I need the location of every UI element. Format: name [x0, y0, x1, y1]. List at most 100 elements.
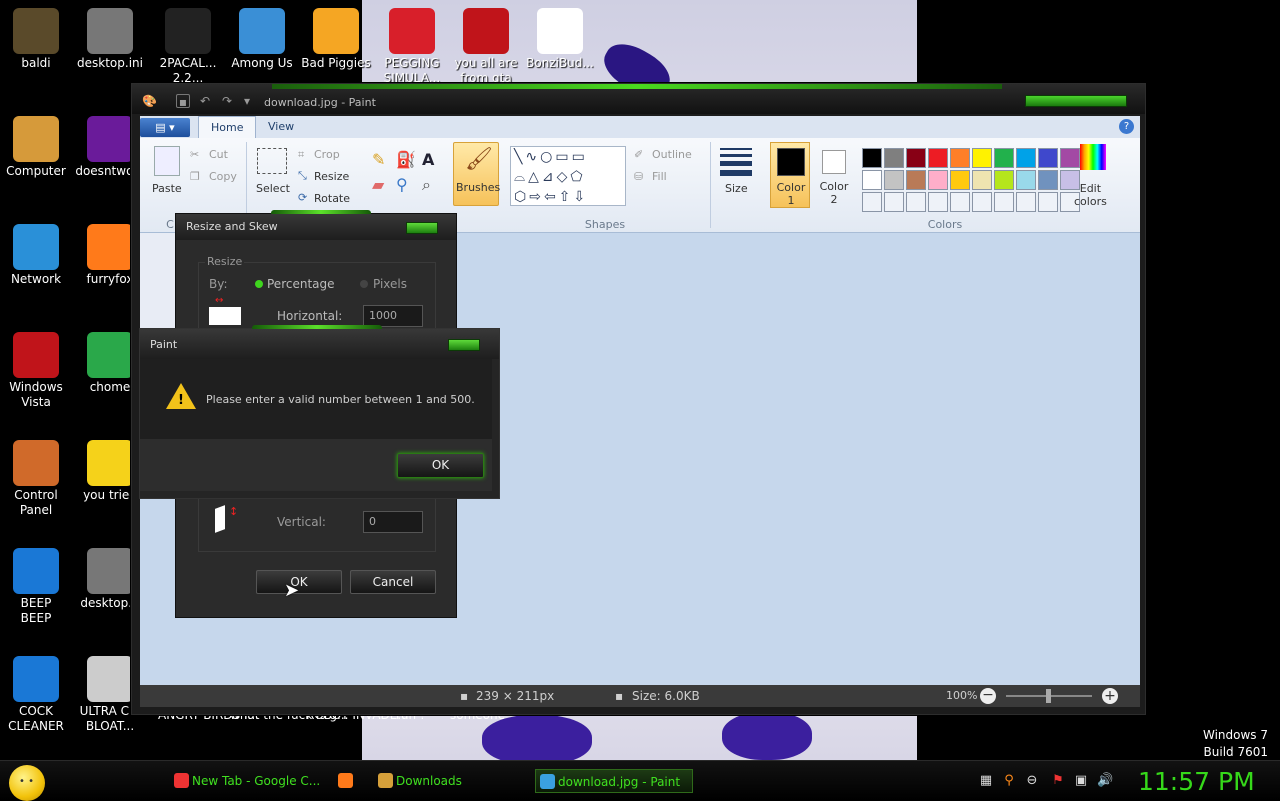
- color1-button[interactable]: Color 1: [770, 142, 810, 208]
- palette-swatch[interactable]: [862, 170, 882, 190]
- text-tool-icon[interactable]: A: [422, 150, 434, 169]
- resize-button[interactable]: Resize: [314, 170, 349, 183]
- tray-minus-icon[interactable]: ⊖: [1024, 773, 1040, 789]
- palette-swatch[interactable]: [972, 170, 992, 190]
- cut-button[interactable]: Cut: [209, 148, 228, 161]
- select-icon[interactable]: [257, 148, 287, 174]
- file-menu-button[interactable]: ▤ ▾: [140, 118, 190, 137]
- pencil-icon[interactable]: ✎: [372, 150, 385, 169]
- paint-app-icon[interactable]: 🎨: [142, 94, 157, 108]
- palette-swatch[interactable]: [1038, 170, 1058, 190]
- action-center-icon[interactable]: ⚑: [1050, 773, 1066, 789]
- custom-color-slot[interactable]: [950, 192, 970, 212]
- palette-swatch[interactable]: [928, 148, 948, 168]
- redo-icon[interactable]: ↷: [220, 94, 234, 108]
- desktop-icon[interactable]: Among Us: [224, 2, 300, 71]
- horizontal-input[interactable]: 1000: [363, 305, 423, 327]
- palette-swatch[interactable]: [950, 148, 970, 168]
- zoom-in-icon[interactable]: +: [1102, 688, 1118, 704]
- palette-swatch[interactable]: [906, 148, 926, 168]
- desktop-icon[interactable]: baldi: [0, 2, 74, 71]
- tab-view[interactable]: View: [256, 116, 306, 138]
- desktop-icon[interactable]: COCK CLEANER: [0, 650, 74, 734]
- desktop-icon[interactable]: Control Panel: [0, 434, 74, 518]
- palette-swatch[interactable]: [994, 148, 1014, 168]
- fill-dropdown[interactable]: Fill: [652, 170, 667, 183]
- custom-color-slot[interactable]: [928, 192, 948, 212]
- size-icon[interactable]: [720, 148, 752, 176]
- custom-color-slot[interactable]: [1038, 192, 1058, 212]
- desktop-icon[interactable]: Windows Vista: [0, 326, 74, 410]
- palette-swatch[interactable]: [928, 170, 948, 190]
- save-icon[interactable]: ▪: [176, 94, 190, 109]
- palette-swatch[interactable]: [1060, 148, 1080, 168]
- custom-color-slot[interactable]: [1016, 192, 1036, 212]
- custom-color-slot[interactable]: [972, 192, 992, 212]
- help-icon[interactable]: ?: [1119, 119, 1134, 134]
- custom-color-slot[interactable]: [862, 192, 882, 212]
- palette-swatch[interactable]: [906, 170, 926, 190]
- desktop-icon[interactable]: Computer: [0, 110, 74, 179]
- desktop-icon[interactable]: desktop.ini: [72, 2, 148, 71]
- zoom-slider-thumb[interactable]: [1046, 689, 1051, 703]
- palette-swatch[interactable]: [1016, 148, 1036, 168]
- desktop-icon[interactable]: BEEP BEEP: [0, 542, 74, 626]
- desktop-icon[interactable]: Bad Piggies: [298, 2, 374, 71]
- desktop-icon[interactable]: Network: [0, 218, 74, 287]
- palette-swatch[interactable]: [884, 148, 904, 168]
- palette-swatch[interactable]: [1016, 170, 1036, 190]
- custom-color-slot[interactable]: [994, 192, 1014, 212]
- vertical-input[interactable]: 0: [363, 511, 423, 533]
- undo-icon[interactable]: ↶: [198, 94, 212, 108]
- color-picker-icon[interactable]: ⚲: [396, 175, 408, 194]
- palette-swatch[interactable]: [862, 148, 882, 168]
- zoom-out-icon[interactable]: −: [980, 688, 996, 704]
- taskbar-task[interactable]: New Tab - Google C...: [170, 769, 330, 793]
- custom-color-slot[interactable]: [906, 192, 926, 212]
- desktop-icon[interactable]: PEGGING SIMULA...: [374, 2, 450, 86]
- outline-dropdown[interactable]: Outline: [652, 148, 692, 161]
- alert-close-button[interactable]: [448, 339, 480, 351]
- custom-color-slot[interactable]: [884, 192, 904, 212]
- desktop-icon[interactable]: you all are from gta: [448, 2, 524, 86]
- zoom-slider[interactable]: [1006, 689, 1092, 703]
- taskbar-task[interactable]: download.jpg - Paint: [535, 769, 693, 793]
- palette-swatch[interactable]: [950, 170, 970, 190]
- fill-bucket-icon[interactable]: ⛽: [396, 150, 416, 169]
- paste-button[interactable]: Paste: [152, 182, 182, 195]
- volume-icon[interactable]: 🔊: [1097, 773, 1113, 789]
- magnifier-icon[interactable]: ⌕: [422, 175, 431, 195]
- title-bar[interactable]: 🎨 ▪ ↶ ↷ ▾ download.jpg - Paint: [132, 84, 1145, 114]
- brushes-button[interactable]: 🖌 Brushes: [453, 142, 500, 206]
- alert-ok-button[interactable]: OK: [397, 453, 484, 478]
- tray-app-icon[interactable]: ▦: [978, 773, 994, 789]
- rotate-button[interactable]: Rotate: [314, 192, 350, 205]
- copy-button[interactable]: Copy: [209, 170, 237, 183]
- quick-access-dropdown-icon[interactable]: ▾: [240, 94, 254, 108]
- palette-swatch[interactable]: [1038, 148, 1058, 168]
- size-button[interactable]: Size: [725, 182, 748, 195]
- start-button[interactable]: • •: [9, 765, 45, 801]
- tray-search-icon[interactable]: ⚲: [1001, 773, 1017, 789]
- percentage-radio[interactable]: [255, 280, 263, 288]
- color2-button[interactable]: Color 2: [814, 142, 854, 208]
- resize-cancel-button[interactable]: Cancel: [350, 570, 436, 594]
- edit-colors-button[interactable]: Edit colors: [1074, 182, 1107, 208]
- clock[interactable]: 11:57 PM: [1138, 767, 1255, 796]
- edit-colors-icon[interactable]: [1080, 144, 1106, 170]
- crop-button[interactable]: Crop: [314, 148, 340, 161]
- tab-home[interactable]: Home: [198, 116, 257, 138]
- palette-swatch[interactable]: [994, 170, 1014, 190]
- network-icon[interactable]: ▣: [1073, 773, 1089, 789]
- desktop-icon[interactable]: 2PACAL... 2.2...: [150, 2, 226, 86]
- close-button[interactable]: [406, 222, 438, 234]
- shapes-gallery[interactable]: ╲∿○▭▭ ⌓△⊿◇⬠ ⬡⇨⇦⇧⇩: [510, 146, 626, 206]
- palette-swatch[interactable]: [884, 170, 904, 190]
- taskbar-task[interactable]: [334, 769, 364, 793]
- select-button[interactable]: Select: [256, 182, 290, 195]
- window-controls[interactable]: [1025, 95, 1127, 107]
- desktop-icon[interactable]: BonziBud...: [522, 2, 598, 71]
- paste-icon[interactable]: [154, 146, 180, 176]
- eraser-icon[interactable]: ▰: [372, 175, 384, 194]
- palette-swatch[interactable]: [972, 148, 992, 168]
